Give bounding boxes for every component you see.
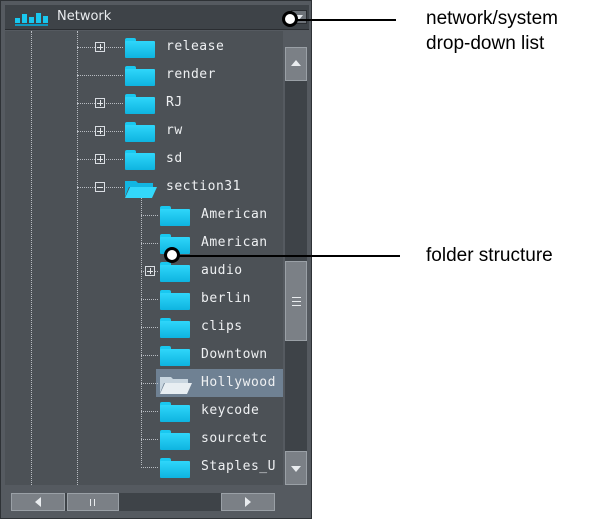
tree-branch-line xyxy=(141,411,158,412)
folder-icon xyxy=(125,150,155,170)
scroll-thumb[interactable] xyxy=(285,261,307,341)
tree-item[interactable]: section31 xyxy=(5,173,283,201)
expand-icon[interactable] xyxy=(145,266,155,276)
panel-title: Network xyxy=(57,9,112,24)
dropdown-callout-line2: drop-down list xyxy=(426,33,545,54)
tree-item-label: keycode xyxy=(201,403,260,418)
folder-icon xyxy=(125,66,155,86)
expand-icon[interactable] xyxy=(95,154,105,164)
tree-item-label: section31 xyxy=(166,179,241,194)
folder-callout-line xyxy=(176,255,400,257)
horizontal-scrollbar[interactable] xyxy=(11,493,275,511)
tree-item-label: rw xyxy=(166,123,183,138)
folder-callout-dot xyxy=(164,247,180,263)
tree-item[interactable]: American xyxy=(5,229,283,257)
tree-branch-line xyxy=(141,243,158,244)
tree-item[interactable]: RJ xyxy=(5,89,283,117)
folder-icon xyxy=(160,346,190,366)
tree-item[interactable]: sourcetc xyxy=(5,425,283,453)
tree-item-label: clips xyxy=(201,319,243,334)
vertical-scrollbar[interactable] xyxy=(285,47,307,485)
expand-icon[interactable] xyxy=(95,42,105,52)
panel-header: Network xyxy=(5,5,309,30)
folder-icon xyxy=(160,430,190,450)
tree-branch-line xyxy=(141,383,158,384)
folder-icon xyxy=(160,206,190,226)
dropdown-callout-line1: network/system xyxy=(426,8,558,29)
tree-item[interactable]: render xyxy=(5,61,283,89)
tree-item[interactable]: Downtown xyxy=(5,341,283,369)
tree-item-label: sd xyxy=(166,151,183,166)
horizontal-scroll-thumb[interactable] xyxy=(67,493,119,511)
tree-branch-line xyxy=(141,327,158,328)
open-folder-icon xyxy=(160,374,192,394)
folder-icon xyxy=(160,402,190,422)
open-folder-icon xyxy=(125,178,157,198)
tree-item[interactable]: keycode xyxy=(5,397,283,425)
tree-item-label: audio xyxy=(201,263,243,278)
folder-callout-text: folder structure xyxy=(426,245,553,266)
tree-item-label: sourcetc xyxy=(201,431,268,446)
tree-item[interactable]: sd xyxy=(5,145,283,173)
tree-item[interactable]: rw xyxy=(5,117,283,145)
tree-branch-line xyxy=(141,299,158,300)
folder-icon xyxy=(160,262,190,282)
scroll-up-button[interactable] xyxy=(285,47,307,81)
tree-branch-line xyxy=(141,215,158,216)
tree-item-label: render xyxy=(166,67,216,82)
tree-branch-line xyxy=(141,467,158,468)
tree-item-label: berlin xyxy=(201,291,251,306)
scroll-left-button[interactable] xyxy=(11,493,65,511)
network-browser-panel: Network release render RJ rw sd section31 Amer… xyxy=(0,0,312,519)
scroll-right-button[interactable] xyxy=(221,493,275,511)
tree-item[interactable]: clips xyxy=(5,313,283,341)
dropdown-callout-text: network/system drop-down list xyxy=(426,6,558,56)
dropdown-callout-line xyxy=(296,19,396,21)
tree-branch-line xyxy=(141,439,158,440)
collapse-icon[interactable] xyxy=(95,182,105,192)
tree-item-label: Downtown xyxy=(201,347,268,362)
folder-icon xyxy=(125,38,155,58)
expand-icon[interactable] xyxy=(95,126,105,136)
tree-item[interactable]: Hollywood xyxy=(141,369,283,397)
tree-item[interactable]: Staples_U xyxy=(5,453,283,481)
tree-item-label: Staples_U xyxy=(201,459,276,474)
network-logo-icon xyxy=(15,11,49,30)
tree-item-label: release xyxy=(166,39,225,54)
dropdown-callout-dot xyxy=(282,11,298,27)
tree-item[interactable]: berlin xyxy=(5,285,283,313)
tree-item-label: American xyxy=(201,235,268,250)
folder-icon xyxy=(160,458,190,478)
folder-icon xyxy=(125,94,155,114)
folder-icon xyxy=(125,122,155,142)
tree-item[interactable]: audio xyxy=(5,257,283,285)
tree-item[interactable]: American xyxy=(5,201,283,229)
tree-item-label: Hollywood xyxy=(201,375,276,390)
tree-item-label: RJ xyxy=(166,95,183,110)
tree-branch-line xyxy=(77,75,123,76)
folder-icon xyxy=(160,290,190,310)
tree-branch-line xyxy=(141,355,158,356)
scroll-down-button[interactable] xyxy=(285,451,307,485)
expand-icon[interactable] xyxy=(95,98,105,108)
folder-icon xyxy=(160,318,190,338)
tree-item-label: American xyxy=(201,207,268,222)
folder-tree: release render RJ rw sd section31 American Amer… xyxy=(5,31,283,485)
tree-item[interactable]: release xyxy=(5,33,283,61)
